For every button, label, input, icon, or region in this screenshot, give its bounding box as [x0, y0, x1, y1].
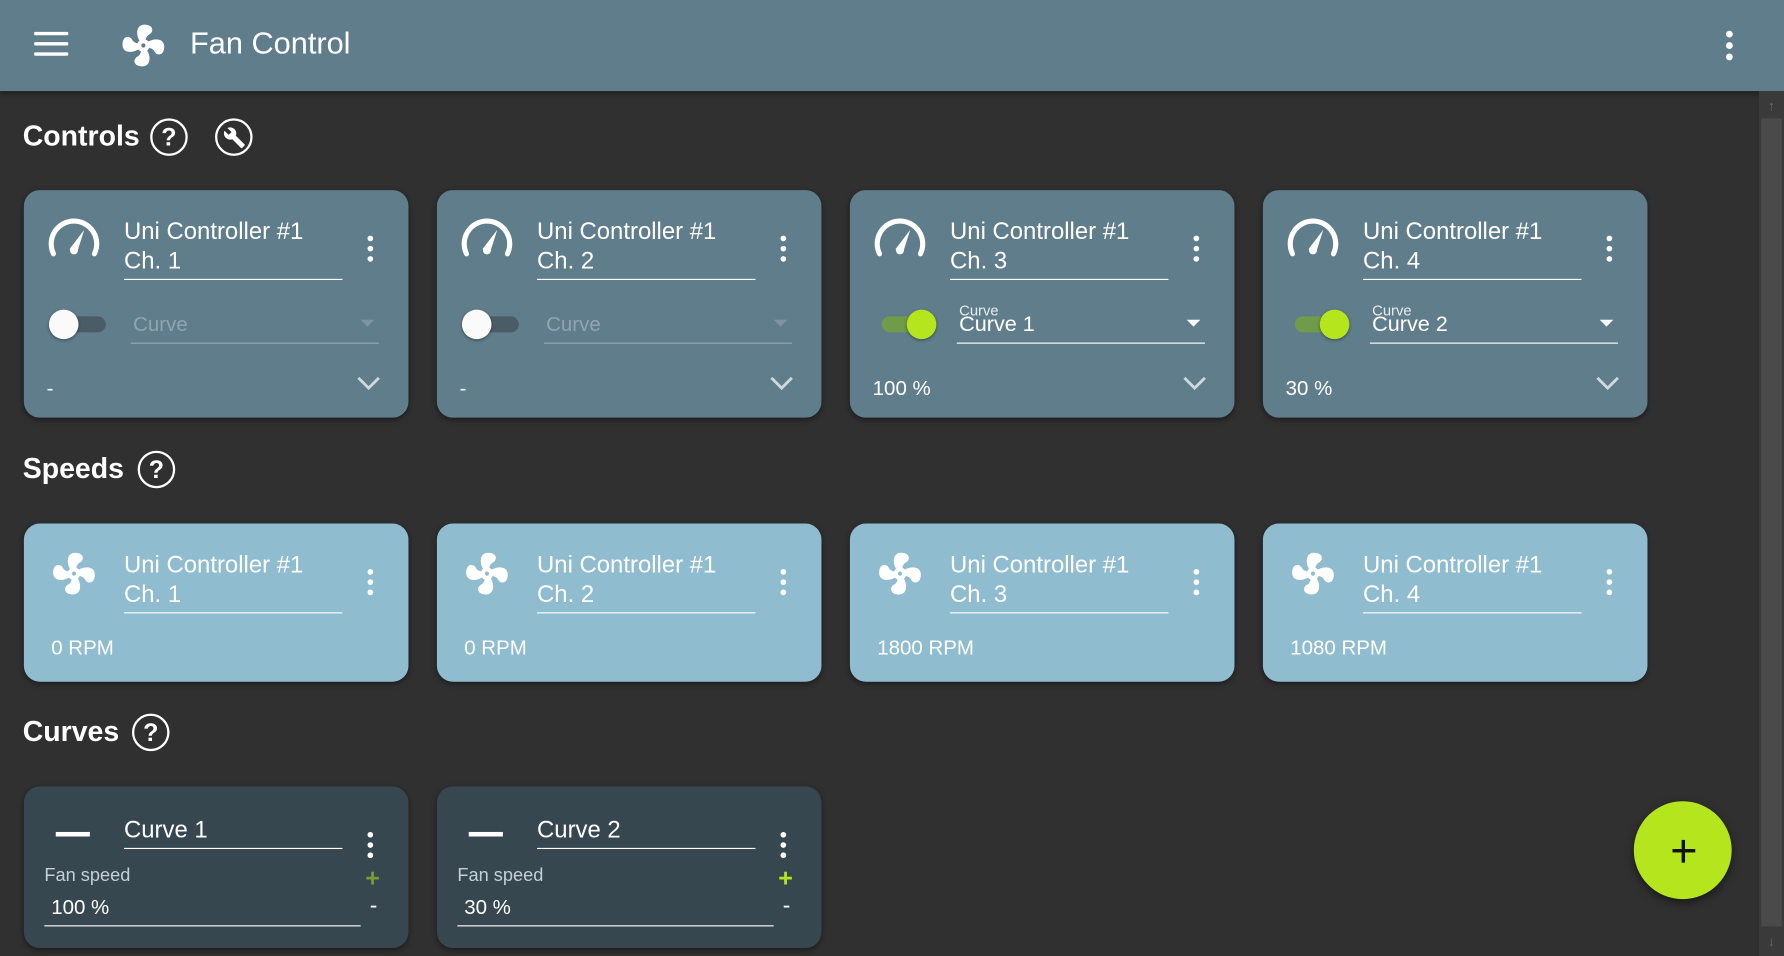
speeds-help-icon[interactable]: ? [137, 450, 176, 489]
increase-plus-icon[interactable]: + [778, 864, 793, 894]
speed-card: Uni Controller #1 Ch. 1 0 RPM [23, 523, 409, 682]
fan-icon [1292, 552, 1334, 595]
curve-card: Curve 1 Fan speed + 100 % - [23, 786, 409, 949]
speed-more-vert-icon[interactable] [365, 569, 374, 596]
control-name-field[interactable]: Uni Controller #1 Ch. 4 [1363, 217, 1582, 280]
control-value: - [459, 376, 467, 400]
curve-more-vert-icon[interactable] [778, 831, 787, 859]
decrease-minus-icon[interactable]: - [370, 893, 378, 919]
app-title: Fan Control [190, 26, 351, 61]
curve-select[interactable]: Curve Curve 1 [956, 295, 1205, 344]
fan-icon [879, 552, 921, 595]
curves-help-icon[interactable]: ? [131, 713, 170, 752]
speed-name-field[interactable]: Uni Controller #1 Ch. 4 [1363, 551, 1582, 614]
control-enable-toggle[interactable] [48, 309, 106, 340]
chevron-down-icon[interactable] [354, 372, 384, 395]
curve-more-vert-icon[interactable] [365, 831, 374, 859]
speedometer-icon [1287, 218, 1339, 257]
control-card: Uni Controller #1 Ch. 2 Curve - [436, 190, 822, 418]
curve-name-field[interactable]: Curve 2 [537, 816, 756, 850]
fan-speed-label: Fan speed [457, 866, 544, 886]
fan-speed-input[interactable]: 30 % [457, 893, 774, 927]
dropdown-arrow-icon [773, 319, 788, 327]
control-name-field[interactable]: Uni Controller #1 Ch. 1 [124, 217, 343, 280]
speedometer-icon [48, 218, 100, 257]
dropdown-arrow-icon [1599, 319, 1614, 327]
control-enable-toggle[interactable] [1288, 309, 1350, 340]
control-card: Uni Controller #1 Ch. 3 Curve Curve 1 100… [849, 190, 1235, 418]
more-vert-icon[interactable] [1725, 30, 1734, 61]
app-window: Fan Control Controls ? Speeds ? Curves ?… [0, 0, 1784, 956]
decrease-minus-icon[interactable]: - [783, 893, 791, 919]
control-more-vert-icon[interactable] [778, 235, 787, 262]
speedometer-icon [461, 218, 513, 257]
control-more-vert-icon[interactable] [365, 235, 374, 262]
control-more-vert-icon[interactable] [1604, 235, 1613, 262]
fan-logo-icon [122, 24, 165, 67]
control-name-field[interactable]: Uni Controller #1 Ch. 2 [537, 217, 756, 280]
hamburger-menu-icon[interactable] [34, 31, 69, 59]
speed-more-vert-icon[interactable] [778, 569, 787, 596]
fan-speed-input[interactable]: 100 % [44, 893, 361, 927]
controls-settings-wrench-icon[interactable] [215, 118, 253, 156]
speed-name-field[interactable]: Uni Controller #1 Ch. 1 [124, 551, 343, 614]
scrollbar-thumb[interactable] [1761, 118, 1782, 927]
rpm-value: 0 RPM [51, 636, 114, 659]
speed-name-field[interactable]: Uni Controller #1 Ch. 3 [950, 551, 1169, 614]
control-name-field[interactable]: Uni Controller #1 Ch. 3 [950, 217, 1169, 280]
curves-section-title: Curves [22, 715, 120, 748]
vertical-scrollbar[interactable]: ↑ ↓ [1758, 91, 1784, 956]
speeds-section-title: Speeds [22, 452, 124, 485]
rpm-value: 0 RPM [464, 636, 527, 659]
control-card: Uni Controller #1 Ch. 1 Curve - [23, 190, 409, 418]
scroll-down-arrow-icon[interactable]: ↓ [1759, 929, 1784, 954]
chevron-down-icon[interactable] [1180, 372, 1210, 395]
controls-help-icon[interactable]: ? [150, 118, 188, 156]
scroll-up-arrow-icon[interactable]: ↑ [1759, 93, 1784, 118]
app-bar: Fan Control [0, 0, 1784, 92]
curve-select[interactable]: Curve Curve 2 [1369, 295, 1618, 344]
dropdown-arrow-icon [1186, 319, 1201, 327]
fan-icon [53, 552, 95, 595]
control-enable-toggle[interactable] [875, 309, 937, 340]
control-value: - [46, 376, 54, 400]
flat-curve-icon [55, 831, 90, 837]
increase-plus-icon[interactable]: + [365, 864, 380, 894]
curve-card: Curve 2 Fan speed + 30 % - [436, 786, 822, 949]
control-value: 30 % [1285, 376, 1333, 400]
speedometer-icon [874, 218, 926, 257]
control-more-vert-icon[interactable] [1191, 235, 1200, 262]
control-card: Uni Controller #1 Ch. 4 Curve Curve 2 30 … [1262, 190, 1648, 418]
speed-more-vert-icon[interactable] [1604, 569, 1613, 596]
speed-card: Uni Controller #1 Ch. 2 0 RPM [436, 523, 822, 682]
add-fab-button[interactable] [1633, 801, 1732, 900]
fan-icon [466, 552, 508, 595]
curve-select[interactable]: Curve [130, 295, 379, 344]
curve-name-field[interactable]: Curve 1 [124, 816, 343, 850]
rpm-value: 1800 RPM [877, 636, 974, 659]
chevron-down-icon[interactable] [767, 372, 797, 395]
speed-card: Uni Controller #1 Ch. 3 1800 RPM [849, 523, 1235, 682]
dropdown-arrow-icon [360, 319, 375, 327]
control-value: 100 % [872, 376, 931, 400]
speed-card: Uni Controller #1 Ch. 4 1080 RPM [1262, 523, 1648, 682]
controls-section-title: Controls [22, 120, 140, 153]
rpm-value: 1080 RPM [1290, 636, 1387, 659]
chevron-down-icon[interactable] [1593, 372, 1623, 395]
speed-more-vert-icon[interactable] [1191, 569, 1200, 596]
flat-curve-icon [468, 831, 503, 837]
speed-name-field[interactable]: Uni Controller #1 Ch. 2 [537, 551, 756, 614]
curve-select[interactable]: Curve [543, 295, 792, 344]
fan-speed-label: Fan speed [44, 866, 131, 886]
control-enable-toggle[interactable] [461, 309, 519, 340]
